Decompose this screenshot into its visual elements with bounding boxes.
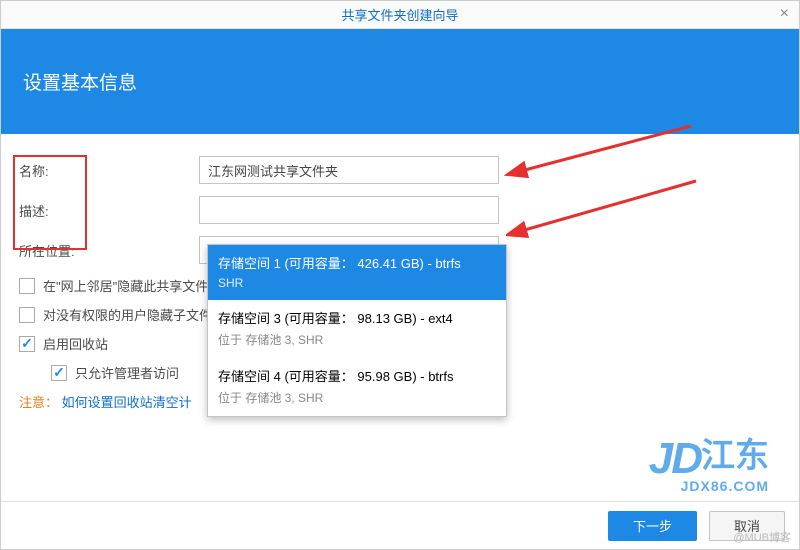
dropdown-option-title: 存储空间 4 (可用容量： 95.98 GB) - btrfs [218, 366, 496, 385]
checkbox-admin-only-label: 只允许管理者访问 [75, 363, 179, 382]
dropdown-option-sub: SHR [218, 276, 496, 290]
note-link[interactable]: 如何设置回收站清空计 [62, 395, 192, 410]
watermark-jd: JD [649, 434, 701, 483]
checkbox-hide-network-label: 在"网上邻居"隐藏此共享文件 [43, 276, 208, 295]
checkbox-admin-only[interactable]: ✓ [51, 365, 67, 381]
dropdown-option-2[interactable]: 存储空间 3 (可用容量： 98.13 GB) - ext4 位于 存储池 3,… [208, 300, 506, 358]
titlebar: 共享文件夹创建向导 × [1, 1, 799, 29]
dropdown-option-sub: 位于 存储池 3, SHR [218, 331, 496, 348]
note-prefix: 注意： [19, 395, 58, 410]
watermark: JD江东 JDX86.COM [649, 428, 769, 494]
dropdown-option-1[interactable]: 存储空间 1 (可用容量： 426.41 GB) - btrfs SHR [208, 245, 506, 300]
wizard-window: 共享文件夹创建向导 × 设置基本信息 名称: 描述: 所在位置: 存储空间 1 … [0, 0, 800, 550]
dropdown-option-sub: 位于 存储池 3, SHR [218, 389, 496, 406]
dropdown-option-title: 存储空间 1 (可用容量： 426.41 GB) - btrfs [218, 253, 496, 272]
checkbox-recycle[interactable]: ✓ [19, 336, 35, 352]
next-button[interactable]: 下一步 [608, 511, 697, 541]
checkbox-hide-noperm-label: 对没有权限的用户隐藏子文件 [43, 305, 212, 324]
dropdown-option-title: 存储空间 3 (可用容量： 98.13 GB) - ext4 [218, 308, 496, 327]
footer: 下一步 取消 [1, 501, 799, 549]
banner: 设置基本信息 [1, 29, 799, 134]
annotation-box [13, 155, 87, 250]
small-watermark: @MUB博客 [733, 529, 791, 545]
dropdown-option-3[interactable]: 存储空间 4 (可用容量： 95.98 GB) - btrfs 位于 存储池 3… [208, 358, 506, 416]
checkbox-hide-network[interactable] [19, 278, 35, 294]
close-icon[interactable]: × [780, 5, 789, 23]
name-input[interactable] [199, 156, 499, 184]
banner-title: 设置基本信息 [23, 68, 137, 95]
location-dropdown: 存储空间 1 (可用容量： 426.41 GB) - btrfs SHR 存储空… [207, 244, 507, 417]
desc-input[interactable] [199, 196, 499, 224]
window-title: 共享文件夹创建向导 [341, 5, 458, 24]
checkbox-hide-noperm[interactable] [19, 307, 35, 323]
watermark-cn: 江东 [701, 437, 769, 475]
checkbox-recycle-label: 启用回收站 [43, 334, 108, 353]
